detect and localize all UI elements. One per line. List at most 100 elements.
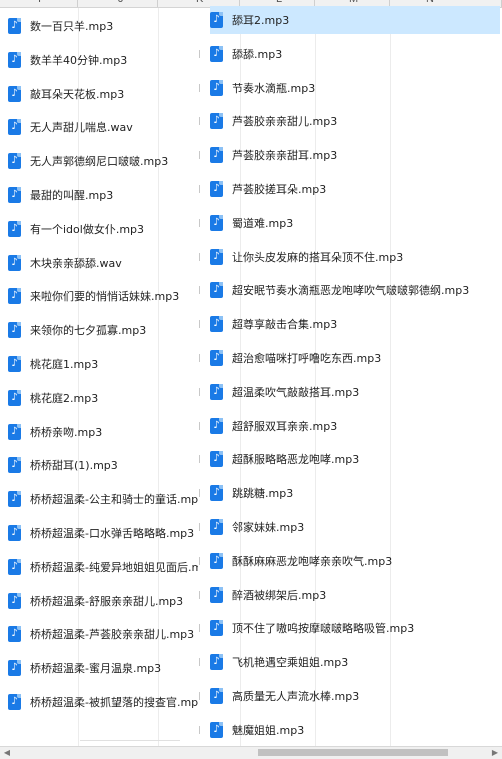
audio-file-item[interactable]: ♪ 无人声郭德纲尼口啵啵.mp3 (8, 147, 198, 175)
music-file-icon: ♪ (8, 389, 21, 406)
audio-file-item[interactable]: ♪ 邻家妹妹.mp3 (210, 513, 500, 541)
audio-file-item[interactable]: ♪ 有一个idol做女仆.mp3 (8, 215, 198, 243)
music-file-icon: ♪ (8, 119, 21, 136)
music-file-icon: ♪ (8, 187, 21, 203)
audio-file-item[interactable]: ♪ 数一百只羊.mp3 (8, 12, 198, 40)
file-name-label: 超安眠节奏水滴瓶恶龙咆哮吹气啵啵郭德纲.mp3 (232, 284, 470, 298)
row-marker (199, 455, 203, 464)
column-label-n: N (426, 0, 434, 5)
audio-file-item[interactable]: ♪ 桥桥超温柔-蜜月温泉.mp3 (8, 654, 198, 682)
audio-file-item[interactable]: ♪ 桥桥超温柔-纯爱异地姐姐见面后.mp3 (8, 553, 198, 581)
file-name-label: 数一百只羊.mp3 (30, 20, 114, 33)
audio-file-item[interactable]: ♪ 飞机艳遇空乘姐姐.mp3 (210, 648, 500, 676)
file-name-label: 超尊享敲击合集.mp3 (232, 318, 338, 332)
audio-file-item[interactable]: ♪ 桃花庭2.mp3 (8, 384, 198, 412)
row-marker (199, 185, 203, 193)
file-name-label: 芦荟胶搓耳朵.mp3 (232, 183, 327, 196)
audio-file-item[interactable]: ♪ 敲耳朵天花板.mp3 (8, 80, 198, 108)
scroll-right-icon[interactable]: ▶ (490, 748, 500, 758)
audio-file-item[interactable]: ♪ 桥桥甜耳(1).mp3 (8, 451, 198, 479)
column-header-i[interactable]: I (0, 0, 78, 7)
music-file-icon: ♪ (8, 626, 21, 643)
audio-file-item[interactable]: ♪ 酥酥麻麻恶龙咆哮亲亲吹气.mp3 (210, 547, 500, 575)
audio-file-item[interactable]: ♪ 舔舔.mp3 (210, 40, 500, 68)
music-file-icon: ♪ (210, 417, 223, 434)
audio-file-item[interactable]: ♪ 醉酒被绑架后.mp3 (210, 581, 500, 609)
audio-file-item[interactable]: ♪ 桥桥超温柔-口水弹舌略略略.mp3 (8, 519, 198, 547)
row-marker (199, 624, 203, 633)
file-name-label: 魅魔姐姐.mp3 (232, 723, 305, 737)
audio-file-item[interactable]: ♪ 高质量无人声流水棒.mp3 (210, 682, 500, 710)
audio-file-item[interactable]: ♪ 跳跳糖.mp3 (210, 479, 500, 507)
column-header-j[interactable]: J (78, 0, 158, 7)
music-file-icon: ♪ (8, 457, 21, 474)
music-file-icon: ♪ (210, 383, 223, 400)
scrollbar-thumb[interactable] (258, 749, 448, 756)
audio-file-item[interactable]: ♪ 超治愈喵咪打呼噜吃东西.mp3 (210, 344, 500, 372)
audio-file-item[interactable]: ♪ 超安眠节奏水滴瓶恶龙咆哮吹气啵啵郭德纲.mp3 (210, 276, 500, 304)
audio-file-item[interactable]: ♪ 桥桥超温柔-芦荟胶亲亲甜儿.mp3 (8, 620, 198, 648)
file-name-label: 芦荟胶亲亲甜儿.mp3 (232, 115, 338, 129)
file-name-label: 顶不住了嗷呜按摩啵啵略略吸管.mp3 (232, 622, 415, 636)
row-marker (199, 218, 203, 227)
audio-file-item[interactable]: ♪ 来领你的七夕孤寡.mp3 (8, 316, 198, 344)
music-file-icon: ♪ (210, 688, 223, 704)
audio-file-item[interactable]: ♪ 超温柔吹气敲敲搭耳.mp3 (210, 378, 500, 406)
audio-file-item[interactable]: ♪ 木块亲亲舔舔.wav (8, 249, 198, 277)
file-name-label: 最甜的叫醒.mp3 (30, 189, 114, 202)
music-file-icon: ♪ (210, 248, 223, 265)
file-name-label: 飞机艳遇空乘姐姐.mp3 (232, 656, 349, 670)
audio-file-item[interactable]: ♪ 让你头皮发麻的搭耳朵顶不住.mp3 (210, 243, 500, 271)
file-name-label: 桥桥超温柔-纯爱异地姐姐见面后.mp3 (30, 560, 198, 574)
audio-file-item[interactable]: ♪ 舔耳2.mp3 (210, 6, 500, 34)
horizontal-scrollbar[interactable]: ◀ ▶ (0, 746, 502, 759)
audio-file-item[interactable]: ♪ 桃花庭1.mp3 (8, 350, 198, 378)
audio-file-item[interactable]: ♪ 来啦你们要的悄悄话妹妹.mp3 (8, 282, 198, 310)
audio-file-item[interactable]: ♪ 顶不住了嗷呜按摩啵啵略略吸管.mp3 (210, 614, 500, 642)
row-marker (199, 692, 203, 700)
file-name-label: 来啦你们要的悄悄话妹妹.mp3 (30, 290, 180, 304)
music-file-icon: ♪ (210, 181, 223, 197)
audio-file-item[interactable]: ♪ 蜀道难.mp3 (210, 209, 500, 237)
audio-file-item[interactable]: ♪ 超舒服双耳亲亲.mp3 (210, 412, 500, 440)
music-file-icon: ♪ (210, 214, 223, 231)
music-file-icon: ♪ (8, 356, 21, 372)
row-marker (199, 387, 203, 396)
music-file-icon: ♪ (8, 592, 21, 609)
audio-file-item[interactable]: ♪ 超尊享敲击合集.mp3 (210, 310, 500, 338)
row-marker (199, 523, 203, 531)
audio-file-item[interactable]: ♪ 芦荟胶亲亲甜耳.mp3 (210, 141, 500, 169)
music-file-icon: ♪ (210, 552, 223, 569)
audio-file-item[interactable]: ♪ 无人声甜儿喘息.wav (8, 113, 198, 141)
audio-file-item[interactable]: ♪ 桥桥超温柔-被抓望落的搜查官.mp3 (8, 688, 198, 716)
row-marker (199, 354, 203, 362)
audio-file-item[interactable]: ♪ 节奏水滴瓶.mp3 (210, 74, 500, 102)
audio-file-item[interactable]: ♪ 芦荟胶搓耳朵.mp3 (210, 175, 500, 203)
file-name-label: 蜀道难.mp3 (232, 216, 294, 230)
music-file-icon: ♪ (210, 451, 223, 468)
file-name-label: 桃花庭1.mp3 (30, 358, 99, 371)
audio-file-item[interactable]: ♪ 芦荟胶亲亲甜儿.mp3 (210, 107, 500, 135)
audio-file-item[interactable]: ♪ 桥桥超温柔-公主和骑士的童话.mp3 (8, 485, 198, 513)
column-label-k: K (196, 0, 203, 5)
file-name-label: 让你头皮发麻的搭耳朵顶不住.mp3 (232, 250, 404, 264)
music-file-icon: ♪ (8, 18, 21, 34)
row-marker (199, 658, 203, 667)
audio-file-item[interactable]: ♪ 超酥服略略恶龙咆哮.mp3 (210, 445, 500, 473)
scroll-left-icon[interactable]: ◀ (2, 748, 12, 758)
audio-file-item[interactable]: ♪ 魅魔姐姐.mp3 (210, 716, 500, 744)
file-name-label: 醉酒被绑架后.mp3 (232, 588, 327, 602)
file-name-label: 桥桥超温柔-舒服亲亲甜儿.mp3 (30, 594, 184, 608)
file-name-label: 有一个idol做女仆.mp3 (30, 222, 145, 236)
music-file-icon: ♪ (8, 85, 21, 102)
audio-file-item[interactable]: ♪ 数羊羊40分钟.mp3 (8, 46, 198, 74)
music-file-icon: ♪ (210, 113, 223, 130)
music-file-icon: ♪ (8, 51, 21, 68)
audio-file-item[interactable]: ♪ 最甜的叫醒.mp3 (8, 181, 198, 209)
file-name-label: 舔舔.mp3 (232, 47, 283, 61)
divider-line (80, 740, 180, 741)
audio-file-item[interactable]: ♪ 桥桥超温柔-舒服亲亲甜儿.mp3 (8, 587, 198, 615)
audio-file-item[interactable]: ♪ 桥桥亲吻.mp3 (8, 418, 198, 446)
music-file-icon: ♪ (210, 79, 223, 96)
column-label-i: I (38, 0, 41, 5)
